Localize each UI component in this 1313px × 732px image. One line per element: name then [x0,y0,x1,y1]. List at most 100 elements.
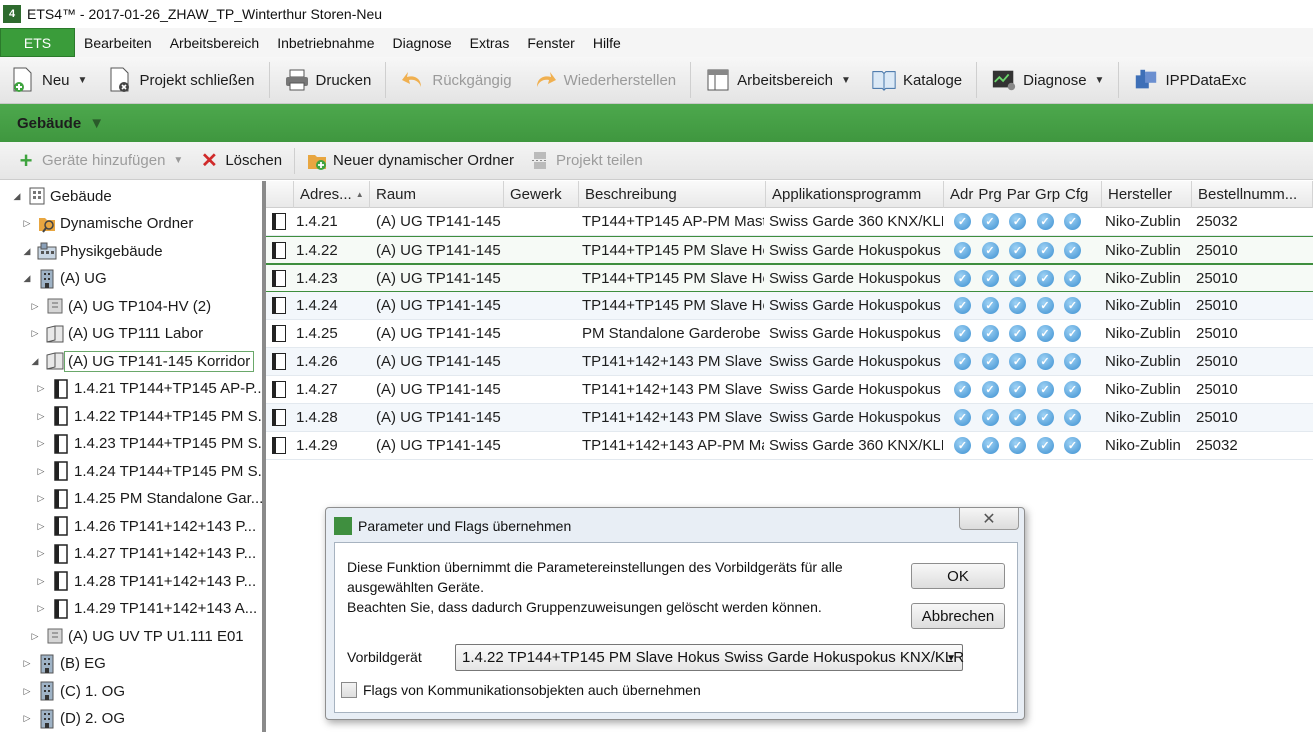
chevron-down-icon[interactable]: ▼ [89,115,104,132]
tree-item[interactable]: ▷ 1.4.26 TP141+142+143 P... [34,513,256,539]
tree-item[interactable]: ▷ (A) UG TP111 Labor [28,321,203,347]
header-address[interactable]: Adres... ▲ [294,181,370,208]
expand-closed-icon[interactable]: ▷ [34,411,48,422]
tree-item[interactable]: ▷ 1.4.28 TP141+142+143 P... [34,568,256,594]
expand-open-icon[interactable]: ◢ [20,246,34,257]
menu-diagnose[interactable]: Diagnose [384,35,461,51]
table-row[interactable]: 1.4.25 (A) UG TP141-145 K PM Standalone Ga… [266,320,1313,348]
tree-item[interactable]: ◢ Gebäude [10,183,112,209]
diagnostics-button[interactable]: Diagnose ▼ [981,60,1114,100]
new-button[interactable]: Neu ▼ [0,60,97,100]
cell-order-number: 25010 [1196,409,1238,426]
checkmark-icon: ✓ [954,325,971,342]
tree-item[interactable]: ▷ 1.4.27 TP141+142+143 P... [34,541,256,567]
ipp-data-button[interactable]: IPPDataExc [1123,60,1256,100]
template-device-select[interactable]: 1.4.22 TP144+TP145 PM Slave Hokus Swiss … [455,644,964,671]
tree-item[interactable]: ▷ (A) UG UV TP U1.111 E01 [28,623,244,649]
expand-closed-icon[interactable]: ▷ [28,301,42,312]
header-icon-column[interactable] [266,181,294,208]
menu-ets[interactable]: ETS [0,28,75,57]
workspace-button[interactable]: Arbeitsbereich ▼ [695,60,861,100]
chevron-down-icon[interactable]: ▼ [173,155,183,166]
tree-item[interactable]: ▷ 1.4.24 TP144+TP145 PM S... [34,458,262,484]
new-dynamic-folder-button[interactable]: Neuer dynamischer Ordner [299,151,522,171]
expand-closed-icon[interactable]: ▷ [20,658,34,669]
menu-extras[interactable]: Extras [461,35,519,51]
panel-header[interactable]: Gebäude ▼ [0,104,1313,142]
header-order-number[interactable]: Bestellnumm... [1192,181,1313,208]
expand-closed-icon[interactable]: ▷ [20,218,34,229]
header-application[interactable]: Applikationsprogramm [766,181,944,208]
expand-open-icon[interactable]: ◢ [10,191,24,202]
expand-closed-icon[interactable]: ▷ [20,686,34,697]
header-manufacturer[interactable]: Hersteller [1102,181,1192,208]
tree-item[interactable]: ▷ Dynamische Ordner [20,211,193,237]
header-flags[interactable]: Adr Prg Par Grp Cfg [944,181,1102,208]
redo-button[interactable]: Wiederherstellen [522,60,687,100]
cancel-button[interactable]: Abbrechen [911,603,1005,629]
tree-item[interactable]: ◢ (A) UG TP141-145 Korridor [28,348,255,374]
chevron-down-icon[interactable]: ▼ [1095,75,1105,86]
menu-bearbeiten[interactable]: Bearbeiten [75,35,161,51]
expand-open-icon[interactable]: ◢ [28,356,42,367]
expand-closed-icon[interactable]: ▷ [34,438,48,449]
expand-closed-icon[interactable]: ▷ [28,631,42,642]
table-row[interactable]: 1.4.28 (A) UG TP141-145 K TP141+142+143 PM… [266,404,1313,432]
delete-button[interactable]: ✕ Löschen [191,150,290,172]
cabinet-icon [45,296,65,316]
header-description[interactable]: Beschreibung [579,181,766,208]
catalogs-button[interactable]: Kataloge [861,60,972,100]
expand-closed-icon[interactable]: ▷ [34,521,48,532]
cell-order-number: 25010 [1196,242,1238,259]
tree-item[interactable]: ▷ 1.4.21 TP144+TP145 AP-P... [34,376,262,402]
table-row[interactable]: 1.4.22 (A) UG TP141-145 K TP144+TP145 PM S… [266,236,1313,264]
header-trade[interactable]: Gewerk [504,181,579,208]
print-button[interactable]: Drucken [274,60,382,100]
flags-checkbox[interactable] [341,682,357,698]
table-row[interactable]: 1.4.21 (A) UG TP141-145 K TP144+TP145 AP-P… [266,208,1313,236]
tree-item[interactable]: ▷ (C) 1. OG [20,678,125,704]
table-row[interactable]: 1.4.26 (A) UG TP141-145 K TP141+142+143 PM… [266,348,1313,376]
tree-item[interactable]: ▷ 1.4.22 TP144+TP145 PM S... [34,403,262,429]
tree-item[interactable]: ◢ Physikgebäude [20,238,163,264]
expand-closed-icon[interactable]: ▷ [34,493,48,504]
expand-closed-icon[interactable]: ▷ [28,328,42,339]
tree-item[interactable]: ▷ (B) EG [20,651,106,677]
chevron-down-icon[interactable]: ▼ [841,75,851,86]
table-row[interactable]: 1.4.23 (A) UG TP141-145 K TP144+TP145 PM S… [266,264,1313,292]
tree-item[interactable]: ▷ 1.4.29 TP141+142+143 A... [34,596,257,622]
cell-room: (A) UG TP141-145 K [376,325,504,342]
menu-inbetriebnahme[interactable]: Inbetriebnahme [268,35,383,51]
menu-arbeitsbereich[interactable]: Arbeitsbereich [161,35,269,51]
menu-hilfe[interactable]: Hilfe [584,35,630,51]
expand-closed-icon[interactable]: ▷ [34,466,48,477]
expand-closed-icon[interactable]: ▷ [34,383,48,394]
close-project-button[interactable]: Projekt schließen [97,60,264,100]
table-row[interactable]: 1.4.27 (A) UG TP141-145 K TP141+142+143 PM… [266,376,1313,404]
expand-closed-icon[interactable]: ▷ [34,548,48,559]
tree-item-label: Dynamische Ordner [60,215,194,232]
chevron-down-icon[interactable]: ▼ [78,75,88,86]
close-icon[interactable]: ✕ [959,508,1019,530]
tree-item[interactable]: ◢ (A) UG [20,266,107,292]
expand-closed-icon[interactable]: ▷ [34,576,48,587]
header-room[interactable]: Raum [370,181,504,208]
menu-fenster[interactable]: Fenster [518,35,583,51]
cell-application: Swiss Garde Hokuspokus K [769,409,943,426]
undo-button[interactable]: Rückgängig [390,60,521,100]
device-icon [51,378,71,399]
tree-item[interactable]: ▷ 1.4.25 PM Standalone Gar... [34,486,262,512]
flags-checkbox-row[interactable]: Flags von Kommunikationsobjekten auch üb… [341,682,701,698]
tree-item[interactable]: ▷ 1.4.23 TP144+TP145 PM S... [34,431,262,457]
tree-item[interactable]: ▷ (A) UG TP104-HV (2) [28,293,212,319]
add-devices-button[interactable]: + Geräte hinzufügen ▼ [0,148,191,173]
tree-item[interactable]: ▷ (D) 2. OG [20,706,125,732]
checkmark-icon: ✓ [1036,242,1054,259]
ok-button[interactable]: OK [911,563,1005,589]
expand-closed-icon[interactable]: ▷ [20,713,34,724]
table-row[interactable]: 1.4.24 (A) UG TP141-145 K TP144+TP145 PM S… [266,292,1313,320]
share-project-button[interactable]: Projekt teilen [522,151,651,171]
expand-open-icon[interactable]: ◢ [20,273,34,284]
expand-closed-icon[interactable]: ▷ [34,603,48,614]
table-row[interactable]: 1.4.29 (A) UG TP141-145 K TP141+142+143 AP… [266,432,1313,460]
